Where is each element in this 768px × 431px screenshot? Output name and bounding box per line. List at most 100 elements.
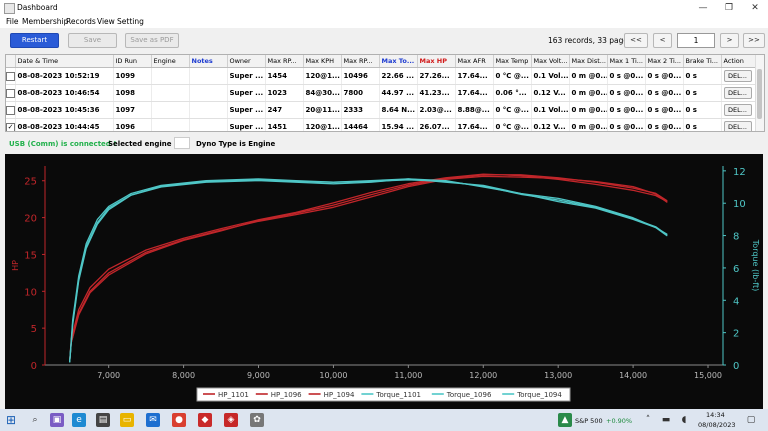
column-header-id-run[interactable]: ID Run — [113, 55, 152, 68]
column-header-max-temp[interactable]: Max Temp — [493, 55, 532, 68]
close-button[interactable]: ✕ — [745, 1, 765, 15]
delete-button[interactable]: DEL... — [723, 87, 752, 99]
store-icon[interactable]: ▤ — [96, 413, 110, 427]
column-header-engine[interactable]: Engine — [151, 55, 190, 68]
cell-date: 08-08-2023 10:44:45 — [15, 118, 114, 131]
cell-owner: Super ... — [227, 101, 266, 119]
series-line-torque-1094 — [69, 179, 668, 363]
cell-date: 08-08-2023 10:46:54 — [15, 84, 114, 102]
column-header-notes[interactable]: Notes — [189, 55, 228, 68]
mail-icon[interactable]: ✉ — [146, 413, 160, 427]
cell-max-kph: 120@1... — [303, 118, 342, 131]
next-page-button[interactable]: > — [720, 33, 739, 48]
cell-max-rpm: 1454 — [265, 67, 304, 85]
y-tick-label-right: 8 — [733, 232, 739, 243]
cell-max-dist: 0 m @0... — [569, 101, 608, 119]
table-row[interactable]: 08-08-2023 10:46:54 1098 Super ... 1023 … — [6, 84, 756, 102]
series-line-torque-1096 — [69, 178, 668, 363]
menu-records[interactable]: Records — [66, 17, 96, 26]
column-header-max-rpm-2[interactable]: Max RP... — [341, 55, 380, 68]
menu-file[interactable]: File — [6, 17, 19, 26]
cell-max-volt: 0.12 V... — [531, 118, 570, 131]
dyno-chart: 7,000 8,000 9,000 10,000 11,000 12,000 13,000 1… — [5, 154, 763, 410]
chrome-icon[interactable]: ● — [172, 413, 186, 427]
file-explorer-icon[interactable]: ▭ — [120, 413, 134, 427]
first-page-button[interactable]: << — [624, 33, 648, 48]
scrollbar-thumb[interactable] — [757, 69, 762, 119]
save-button[interactable]: Save — [68, 33, 117, 48]
cell-max-dist: 0 m @0... — [569, 84, 608, 102]
x-tick-label: 14,000 — [619, 371, 647, 380]
ticker-name: S&P 500 — [575, 417, 603, 425]
row-checkbox[interactable] — [6, 88, 14, 98]
column-header-max-volt[interactable]: Max Volt... — [531, 55, 570, 68]
table-scrollbar[interactable] — [755, 55, 764, 131]
menu-membership[interactable]: Membership — [22, 17, 68, 26]
cell-id-run: 1096 — [113, 118, 152, 131]
delete-button[interactable]: DEL... — [723, 104, 752, 116]
edge-browser-icon[interactable]: e — [72, 413, 86, 427]
cell-notes — [189, 84, 228, 102]
column-header-max-kph[interactable]: Max KPH — [303, 55, 342, 68]
maximize-button[interactable]: ❐ — [719, 1, 739, 15]
last-page-button[interactable]: >> — [743, 33, 765, 48]
cell-max-rpm: 1451 — [265, 118, 304, 131]
column-header-action[interactable]: Action — [721, 55, 756, 68]
column-header-brake-time[interactable]: Brake Ti... — [683, 55, 722, 68]
extra-app-icon[interactable]: ✿ — [250, 413, 264, 427]
cell-max-1-time: 0 s @0... — [607, 101, 646, 119]
volume-icon[interactable]: ◖ — [677, 413, 691, 427]
cell-id-run: 1098 — [113, 84, 152, 102]
search-icon[interactable]: ⌕ — [28, 413, 42, 427]
column-header-max-torque[interactable]: Max To... — [379, 55, 418, 68]
pdf-app-icon[interactable]: ◆ — [198, 413, 212, 427]
cell-id-run: 1097 — [113, 101, 152, 119]
delete-button[interactable]: DEL... — [723, 70, 752, 82]
column-header-max-rpm[interactable]: Max RP... — [265, 55, 304, 68]
network-icon[interactable]: ▬ — [659, 413, 673, 427]
minimize-button[interactable]: — — [693, 1, 713, 15]
column-header-max-hp[interactable]: Max HP — [417, 55, 456, 68]
column-header-max-2-time[interactable]: Max 2 Ti... — [645, 55, 684, 68]
legend-label: HP_1094 — [324, 391, 355, 399]
cell-max-volt: 0.12 V... — [531, 84, 570, 102]
cell-max-2-time: 0 s @0... — [645, 101, 684, 119]
clock-date[interactable]: 08/08/2023 — [698, 421, 735, 429]
prev-page-button[interactable]: < — [653, 33, 672, 48]
clock-time[interactable]: 14:34 — [706, 411, 725, 419]
delete-button[interactable]: DEL... — [723, 121, 752, 131]
row-checkbox[interactable] — [6, 105, 14, 115]
table-row[interactable]: ✓ 08-08-2023 10:44:45 1096 Super ... 145… — [6, 118, 756, 131]
page-number-input[interactable]: 1 — [677, 33, 715, 48]
save-pdf-button[interactable]: Save as PDF — [125, 33, 179, 48]
cell-max-volt: 0.1 Vol... — [531, 101, 570, 119]
menu-setting[interactable]: Setting — [117, 17, 144, 26]
cell-max-2-time: 0 s @0... — [645, 67, 684, 85]
cell-max-volt: 0.1 Vol... — [531, 67, 570, 85]
cell-max-1-time: 0 s @0... — [607, 118, 646, 131]
menu-view[interactable]: View — [97, 17, 115, 26]
table-row[interactable]: 08-08-2023 10:52:19 1099 Super ... 1454 … — [6, 67, 756, 85]
dyno-app-icon[interactable]: ◈ — [224, 413, 238, 427]
column-header-max-dist[interactable]: Max Dist... — [569, 55, 608, 68]
cell-notes — [189, 67, 228, 85]
notifications-icon[interactable]: ▢ — [744, 413, 758, 427]
x-tick-label: 7,000 — [97, 371, 120, 380]
task-view-icon[interactable]: ▣ — [50, 413, 64, 427]
table-row[interactable]: 08-08-2023 10:45:36 1097 Super ... 247 2… — [6, 101, 756, 119]
row-checkbox[interactable] — [6, 71, 14, 81]
y-tick-label-left: 15 — [24, 250, 37, 261]
row-checkbox-checked[interactable]: ✓ — [6, 122, 14, 131]
y-tick-label-right: 4 — [733, 296, 739, 307]
x-tick-label: 9,000 — [247, 371, 270, 380]
column-header-max-1-time[interactable]: Max 1 Ti... — [607, 55, 646, 68]
y-tick-label-left: 0 — [31, 361, 37, 372]
column-header[interactable] — [6, 55, 16, 68]
ticker-change: +0.90% — [606, 417, 633, 425]
column-header-max-afr[interactable]: Max AFR — [455, 55, 494, 68]
windows-start-icon[interactable]: ⊞ — [4, 413, 18, 427]
chevron-up-icon[interactable]: ˄ — [641, 413, 655, 427]
restart-button[interactable]: Restart — [10, 33, 59, 48]
column-header-date[interactable]: Date & Time — [15, 55, 114, 68]
column-header-owner[interactable]: Owner — [227, 55, 266, 68]
